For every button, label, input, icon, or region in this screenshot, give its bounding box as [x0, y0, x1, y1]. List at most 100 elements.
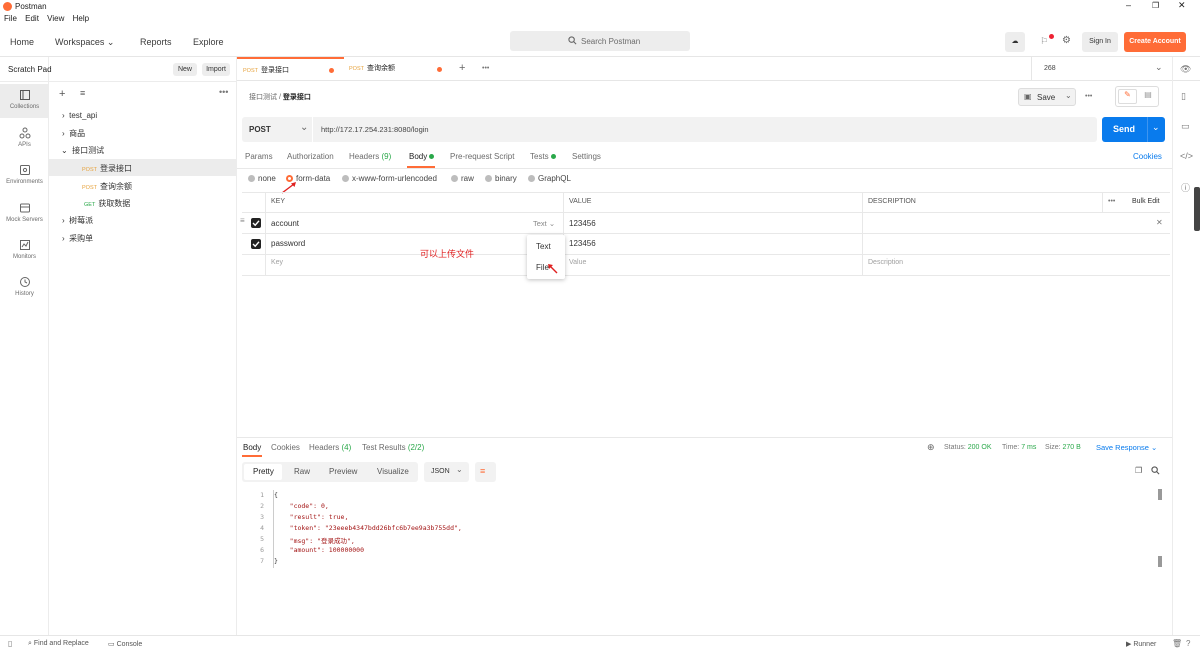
save-button[interactable]: ▣ Save ⌄	[1018, 88, 1076, 106]
side-handle[interactable]	[1194, 187, 1200, 231]
new-description-input[interactable]: Description	[868, 259, 903, 266]
more-options-icon[interactable]: •••	[219, 87, 228, 97]
doc-view-icon[interactable]: ▤	[1140, 90, 1156, 104]
minimize-icon[interactable]: –	[1126, 0, 1131, 10]
tab-headers[interactable]: Headers (9)	[349, 152, 391, 161]
radio-graphql[interactable]: GraphQL	[528, 174, 571, 183]
drag-handle-icon[interactable]: ≡	[240, 216, 245, 225]
tab-balance[interactable]: POST 查询余额	[349, 57, 449, 81]
sign-in-button[interactable]: Sign In	[1082, 32, 1118, 52]
sidebar-toggle-icon[interactable]: ▯	[8, 639, 12, 648]
row-key[interactable]: password	[271, 239, 305, 248]
environment-select[interactable]: 268	[1044, 65, 1056, 72]
row-checkbox[interactable]	[251, 239, 261, 249]
method-select[interactable]: POST	[249, 125, 271, 134]
globe-icon[interactable]: ⊕	[927, 442, 935, 453]
radio-none[interactable]: none	[248, 174, 276, 183]
code-scrollbar-bottom[interactable]	[1158, 556, 1162, 567]
format-select[interactable]: JSON ⌄	[424, 462, 469, 482]
runner-button[interactable]: ▶ Runner	[1126, 640, 1156, 648]
tab-login[interactable]: POST 登录接口	[237, 57, 344, 81]
rail-collections[interactable]: Collections	[0, 89, 49, 110]
tree-item-api-test[interactable]: ⌄ 接口测试	[61, 145, 104, 156]
view-visualize[interactable]: Visualize	[377, 467, 409, 476]
rail-environments[interactable]: Environments	[0, 164, 49, 185]
view-pretty[interactable]: Pretty	[253, 467, 274, 476]
help-icon[interactable]: ?	[1186, 639, 1190, 648]
code-icon[interactable]: </>	[1180, 151, 1193, 161]
row-key[interactable]: account	[271, 219, 299, 228]
tab-options-icon[interactable]: •••	[482, 65, 489, 72]
dropdown-option-text[interactable]: Text	[536, 242, 551, 251]
send-button[interactable]: Send ⌄	[1102, 117, 1165, 142]
add-tab-icon[interactable]: +	[459, 62, 465, 74]
settings-gear-icon[interactable]: ⚙	[1062, 35, 1071, 46]
eye-icon[interactable]: 👁	[1180, 64, 1191, 75]
tab-authorization[interactable]: Authorization	[287, 152, 334, 161]
tree-item-test-api[interactable]: › test_api	[62, 111, 97, 120]
nav-home[interactable]: Home	[10, 37, 34, 47]
row-type-select[interactable]: Text ⌄	[533, 219, 555, 228]
rail-history[interactable]: History	[0, 276, 49, 297]
tree-item-raspberry[interactable]: › 树莓派	[62, 215, 93, 226]
table-options-icon[interactable]: •••	[1108, 198, 1115, 205]
trash-icon[interactable]: 🗑	[1172, 639, 1182, 648]
nav-workspaces[interactable]: Workspaces ⌄	[55, 37, 114, 48]
row-checkbox[interactable]	[251, 218, 261, 228]
create-account-button[interactable]: Create Account	[1124, 32, 1186, 52]
env-chevron-down-icon[interactable]: ⌄	[1155, 62, 1163, 73]
view-raw[interactable]: Raw	[294, 467, 310, 476]
find-replace-button[interactable]: ⌕ Find and Replace	[28, 640, 89, 648]
nav-explore[interactable]: Explore	[193, 37, 224, 47]
rail-monitors[interactable]: Monitors	[0, 239, 49, 260]
menu-view[interactable]: View	[47, 14, 64, 23]
rail-apis[interactable]: APIs	[0, 127, 49, 148]
tree-item-balance[interactable]: POST 查询余额	[82, 181, 132, 192]
breadcrumb-parent[interactable]: 接口测试	[249, 94, 277, 101]
console-button[interactable]: ▭ Console	[108, 640, 142, 648]
bulk-edit-button[interactable]: Bulk Edit	[1132, 198, 1160, 205]
response-tab-test-results[interactable]: Test Results (2/2)	[362, 443, 424, 452]
radio-urlencoded[interactable]: x-www-form-urlencoded	[342, 174, 437, 183]
wrap-lines-button[interactable]: ≡	[475, 462, 496, 482]
tree-item-login[interactable]: POST 登录接口	[82, 163, 132, 174]
tab-tests[interactable]: Tests	[530, 152, 556, 161]
code-scrollbar-top[interactable]	[1158, 489, 1162, 500]
nav-reports[interactable]: Reports	[140, 37, 172, 47]
row-value[interactable]: 123456	[569, 239, 596, 248]
response-tab-cookies[interactable]: Cookies	[271, 443, 300, 452]
info-icon[interactable]: ⓘ	[1181, 181, 1190, 194]
import-button[interactable]: Import	[202, 63, 230, 76]
search-bar[interactable]: Search Postman	[510, 31, 690, 51]
url-input[interactable]: http://172.17.254.231:8080/login	[321, 125, 429, 134]
satellite-icon[interactable]: ⚐	[1040, 36, 1048, 47]
request-options-icon[interactable]: •••	[1085, 93, 1092, 100]
close-icon[interactable]: ✕	[1178, 0, 1186, 11]
method-chevron-down-icon[interactable]: ⌄	[300, 122, 308, 133]
radio-raw[interactable]: raw	[451, 174, 474, 183]
tab-pre-request-script[interactable]: Pre-request Script	[450, 152, 514, 161]
maximize-icon[interactable]: ❐	[1152, 1, 1159, 10]
row-value[interactable]: 123456	[569, 219, 596, 228]
menu-help[interactable]: Help	[73, 14, 89, 23]
tab-params[interactable]: Params	[245, 152, 273, 161]
sync-cloud-icon[interactable]: ☁	[1005, 32, 1025, 52]
copy-icon[interactable]: ❐	[1135, 466, 1142, 475]
response-tab-headers[interactable]: Headers (4)	[309, 443, 351, 452]
save-response-button[interactable]: Save Response ⌄	[1096, 443, 1157, 452]
rail-mock-servers[interactable]: Mock Servers	[0, 202, 49, 223]
view-preview[interactable]: Preview	[329, 467, 357, 476]
tree-item-purchase[interactable]: › 采购单	[62, 233, 93, 244]
documentation-icon[interactable]: ▯	[1181, 91, 1186, 102]
new-value-input[interactable]: Value	[569, 259, 586, 266]
delete-row-icon[interactable]: ✕	[1156, 218, 1163, 227]
response-search-icon[interactable]	[1151, 466, 1160, 475]
new-key-input[interactable]: Key	[271, 259, 283, 266]
new-button[interactable]: New	[173, 63, 197, 76]
tab-body[interactable]: Body	[409, 152, 435, 161]
comments-icon[interactable]: ▭	[1181, 121, 1190, 132]
tree-item-goods[interactable]: › 商品	[62, 128, 85, 139]
cookies-link[interactable]: Cookies	[1133, 152, 1162, 161]
edit-pencil-icon[interactable]: ✎	[1118, 89, 1137, 104]
menu-file[interactable]: File	[4, 14, 17, 23]
